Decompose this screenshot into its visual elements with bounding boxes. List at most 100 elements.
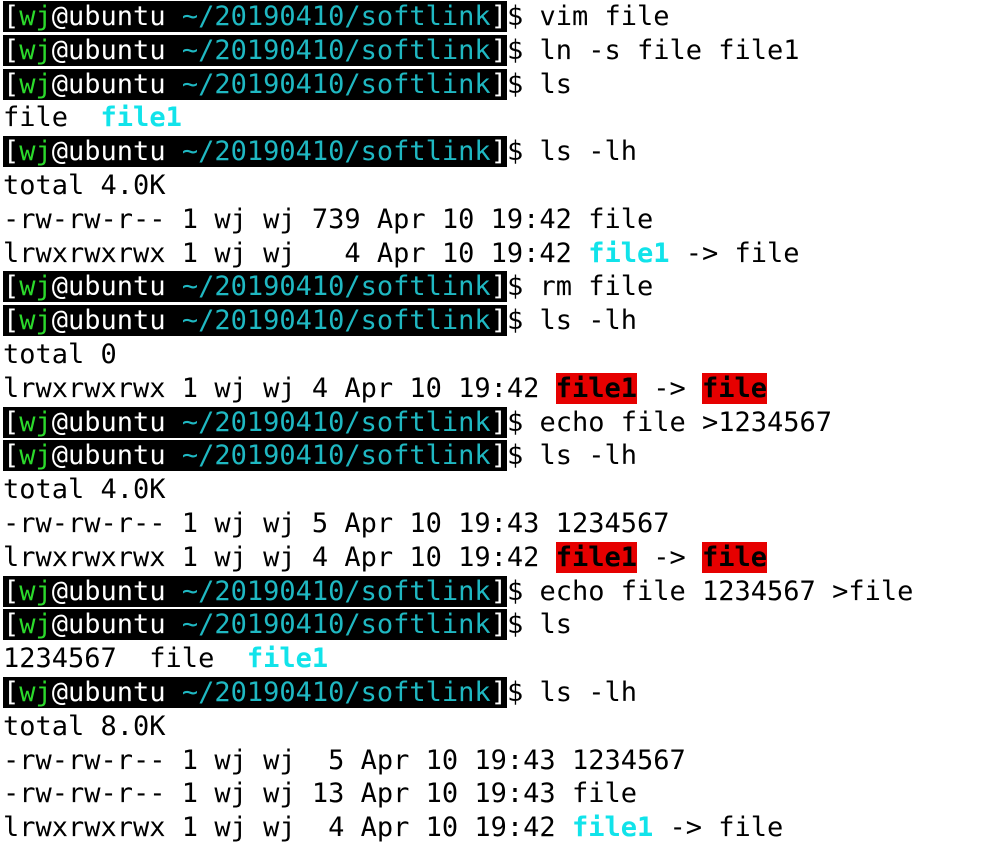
- output-text: -> file: [653, 812, 784, 844]
- output-line: file file1: [3, 101, 995, 135]
- shell-prompt: [wj@ubuntu ~/20190410/softlink]: [3, 575, 507, 607]
- prompt-host: @ubuntu: [51, 34, 166, 66]
- prompt-dollar: $: [506, 1, 540, 32]
- output-text: lrwxrwxrwx 1 wj wj 4 Apr 10 19:42: [3, 541, 556, 573]
- prompt-line: [wj@ubuntu ~/20190410/softlink]$ ls -lh: [3, 135, 995, 169]
- shell-prompt: [wj@ubuntu ~/20190410/softlink]: [3, 1, 507, 32]
- prompt-dollar: $: [506, 676, 540, 708]
- shell-prompt: [wj@ubuntu ~/20190410/softlink]: [3, 609, 507, 641]
- output-line: lrwxrwxrwx 1 wj wj 4 Apr 10 19:42 file1 …: [3, 541, 995, 575]
- prompt-dollar: $: [506, 406, 540, 438]
- prompt-host: @ubuntu: [51, 68, 166, 100]
- prompt-path: ~/20190410/softlink: [165, 305, 491, 337]
- prompt-path: ~/20190410/softlink: [165, 136, 491, 168]
- prompt-dollar: $: [506, 440, 540, 472]
- prompt-close-bracket: ]: [490, 34, 507, 66]
- shell-prompt: [wj@ubuntu ~/20190410/softlink]: [3, 34, 507, 66]
- broken-symlink-name: file1: [555, 372, 637, 404]
- output-text: -> file: [669, 237, 800, 269]
- output-line: -rw-rw-r-- 1 wj wj 5 Apr 10 19:43 123456…: [3, 744, 995, 778]
- prompt-line: [wj@ubuntu ~/20190410/softlink]$ echo fi…: [3, 406, 995, 440]
- command-text: ls: [539, 609, 572, 641]
- prompt-close-bracket: ]: [490, 68, 507, 100]
- output-text: -rw-rw-r-- 1 wj wj 5 Apr 10 19:43 123456…: [3, 744, 686, 776]
- prompt-host: @ubuntu: [51, 136, 166, 168]
- output-line: 1234567 file file1: [3, 642, 995, 676]
- output-text: total 0: [3, 338, 117, 370]
- output-text: -rw-rw-r-- 1 wj wj 5 Apr 10 19:43 123456…: [3, 507, 670, 539]
- command-text: echo file 1234567 >file: [539, 575, 914, 607]
- prompt-close-bracket: ]: [490, 406, 507, 438]
- prompt-path: ~/20190410/softlink: [165, 68, 491, 100]
- prompt-path: ~/20190410/softlink: [165, 440, 491, 472]
- prompt-user: wj: [19, 271, 52, 303]
- prompt-close-bracket: ]: [490, 676, 507, 708]
- output-text: lrwxrwxrwx 1 wj wj 4 Apr 10 19:42: [3, 237, 589, 269]
- output-line: lrwxrwxrwx 1 wj wj 4 Apr 10 19:42 file1 …: [3, 372, 995, 406]
- prompt-dollar: $: [506, 68, 540, 100]
- output-text: total 4.0K: [3, 169, 166, 201]
- prompt-close-bracket: ]: [490, 271, 507, 303]
- prompt-open-bracket: [: [3, 271, 20, 303]
- prompt-open-bracket: [: [3, 575, 20, 607]
- prompt-close-bracket: ]: [490, 575, 507, 607]
- prompt-dollar: $: [506, 305, 540, 337]
- output-line: total 8.0K: [3, 710, 995, 744]
- prompt-line: [wj@ubuntu ~/20190410/softlink]$ ls: [3, 68, 995, 102]
- prompt-user: wj: [19, 440, 52, 472]
- shell-prompt: [wj@ubuntu ~/20190410/softlink]: [3, 136, 507, 168]
- prompt-host: @ubuntu: [51, 271, 166, 303]
- output-text: -rw-rw-r-- 1 wj wj 739 Apr 10 19:42 file: [3, 203, 654, 235]
- output-text: total 4.0K: [3, 474, 166, 506]
- shell-prompt: [wj@ubuntu ~/20190410/softlink]: [3, 406, 507, 438]
- broken-symlink-name: file1: [555, 541, 637, 573]
- prompt-line: [wj@ubuntu ~/20190410/softlink]$ rm file: [3, 270, 995, 304]
- prompt-user: wj: [19, 575, 52, 607]
- output-line: -rw-rw-r-- 1 wj wj 739 Apr 10 19:42 file: [3, 203, 995, 237]
- prompt-open-bracket: [: [3, 34, 20, 66]
- prompt-line: [wj@ubuntu ~/20190410/softlink]$ ls -lh: [3, 439, 995, 473]
- prompt-close-bracket: ]: [490, 1, 507, 32]
- prompt-user: wj: [19, 609, 52, 641]
- output-text: -rw-rw-r-- 1 wj wj 13 Apr 10 19:43 file: [3, 778, 637, 810]
- prompt-line: [wj@ubuntu ~/20190410/softlink]$ ls -lh: [3, 304, 995, 338]
- shell-prompt: [wj@ubuntu ~/20190410/softlink]: [3, 305, 507, 337]
- output-text: ->: [636, 541, 702, 573]
- prompt-line: [wj@ubuntu ~/20190410/softlink]$ ls -lh: [3, 676, 995, 710]
- prompt-dollar: $: [506, 575, 540, 607]
- shell-prompt: [wj@ubuntu ~/20190410/softlink]: [3, 271, 507, 303]
- prompt-user: wj: [19, 406, 52, 438]
- broken-symlink-name: file: [702, 372, 768, 404]
- command-text: echo file >1234567: [539, 406, 833, 438]
- prompt-line: [wj@ubuntu ~/20190410/softlink]$ ln -s f…: [3, 34, 995, 68]
- prompt-dollar: $: [506, 34, 540, 66]
- prompt-open-bracket: [: [3, 676, 20, 708]
- prompt-host: @ubuntu: [51, 575, 166, 607]
- prompt-open-bracket: [: [3, 609, 20, 641]
- prompt-open-bracket: [: [3, 1, 20, 32]
- command-text: ls -lh: [539, 136, 638, 168]
- shell-prompt: [wj@ubuntu ~/20190410/softlink]: [3, 440, 507, 472]
- output-text: lrwxrwxrwx 1 wj wj 4 Apr 10 19:42: [3, 812, 572, 844]
- output-text: total 8.0K: [3, 710, 166, 742]
- symlink-name: file1: [588, 237, 670, 269]
- command-text: ln -s file file1: [539, 34, 800, 66]
- output-line: -rw-rw-r-- 1 wj wj 13 Apr 10 19:43 file: [3, 777, 995, 811]
- output-text: 1234567 file: [3, 643, 247, 675]
- output-line: lrwxrwxrwx 1 wj wj 4 Apr 10 19:42 file1 …: [3, 811, 995, 845]
- prompt-open-bracket: [: [3, 440, 20, 472]
- prompt-user: wj: [19, 34, 52, 66]
- prompt-host: @ubuntu: [51, 1, 166, 32]
- prompt-host: @ubuntu: [51, 406, 166, 438]
- symlink-name: file1: [100, 102, 182, 134]
- terminal-window[interactable]: [wj@ubuntu ~/20190410/softlink]$ vim fil…: [0, 0, 995, 850]
- prompt-open-bracket: [: [3, 305, 20, 337]
- prompt-open-bracket: [: [3, 68, 20, 100]
- shell-prompt: [wj@ubuntu ~/20190410/softlink]: [3, 68, 507, 100]
- prompt-user: wj: [19, 68, 52, 100]
- prompt-path: ~/20190410/softlink: [165, 609, 491, 641]
- prompt-host: @ubuntu: [51, 609, 166, 641]
- prompt-path: ~/20190410/softlink: [165, 271, 491, 303]
- prompt-user: wj: [19, 1, 52, 32]
- output-line: lrwxrwxrwx 1 wj wj 4 Apr 10 19:42 file1 …: [3, 237, 995, 271]
